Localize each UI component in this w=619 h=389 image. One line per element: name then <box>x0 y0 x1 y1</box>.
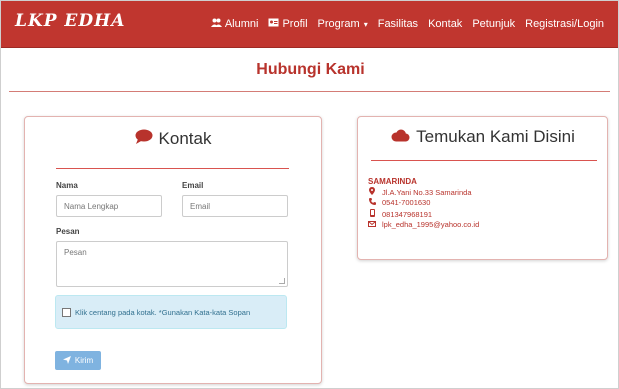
navbar: LKP EDHA Alumni Profil Program ▾ Fasilit… <box>1 1 618 48</box>
checkbox-label: Klik centang pada kotak. *Gunakan Kata-k… <box>75 307 251 317</box>
nav-label: Fasilitas <box>377 18 419 30</box>
page-frame: LKP EDHA Alumni Profil Program ▾ Fasilit… <box>0 0 619 389</box>
heading-divider <box>371 160 597 161</box>
submit-label: Kirim <box>74 356 94 365</box>
nav-item-registrasi-login[interactable]: Registrasi/Login <box>525 18 604 30</box>
nav-label: Alumni <box>224 18 259 30</box>
id-card-icon <box>268 18 279 30</box>
nav-item-profil[interactable]: Profil <box>268 18 308 30</box>
nav-item-alumni[interactable]: Alumni <box>210 18 259 30</box>
address-text: Jl.A.Yani No.33 Samarinda <box>382 187 472 197</box>
nav-label: Profil <box>282 18 308 30</box>
nav-item-fasilitas[interactable]: Fasilitas <box>378 18 418 30</box>
comment-icon <box>135 129 153 149</box>
nav-item-program[interactable]: Program ▾ <box>318 18 368 30</box>
divider <box>9 91 610 92</box>
agree-checkbox[interactable] <box>62 307 71 317</box>
heading-divider <box>56 168 289 169</box>
brand-logo[interactable]: LKP EDHA <box>15 11 125 31</box>
location-heading-text: Temukan Kami Disini <box>416 127 575 146</box>
email-row: lpk_edha_1995@yahoo.co.id <box>368 220 479 229</box>
email-text[interactable]: lpk_edha_1995@yahoo.co.id <box>382 220 479 229</box>
paper-plane-icon <box>62 355 71 366</box>
mobile-phone-icon <box>368 209 376 219</box>
name-input[interactable]: Nama Lengkap <box>56 195 162 217</box>
email-input[interactable]: Email <box>182 195 288 217</box>
map-marker-icon <box>368 187 376 197</box>
nav-item-petunjuk[interactable]: Petunjuk <box>472 18 515 30</box>
name-label: Nama <box>56 181 78 190</box>
nav-label: Kontak <box>428 18 463 30</box>
phone-icon <box>368 198 376 207</box>
email-label: Email <box>182 181 204 190</box>
users-icon <box>210 18 222 30</box>
phone-text: 0541-7001630 <box>382 198 431 207</box>
resize-handle-icon[interactable] <box>279 278 285 284</box>
cloud-icon <box>390 127 410 147</box>
phone-row: 0541-7001630 <box>368 198 430 207</box>
location-card: Temukan Kami Disini SAMARINDA Jl.A.Yani … <box>357 116 608 260</box>
chevron-down-icon: ▾ <box>363 19 368 29</box>
message-placeholder: Pesan <box>64 248 87 257</box>
message-textarea[interactable]: Pesan <box>56 241 288 287</box>
polite-notice: Klik centang pada kotak. *Gunakan Kata-k… <box>55 295 287 329</box>
contact-form-card: Kontak Nama Email Nama Lengkap Email Pes… <box>24 116 322 384</box>
contact-heading-text: Kontak <box>158 129 212 148</box>
nav-label: Petunjuk <box>472 18 516 30</box>
mobile-row: 081347968191 <box>368 209 432 219</box>
address-row: Jl.A.Yani No.33 Samarinda <box>368 187 472 197</box>
message-label: Pesan <box>56 227 80 236</box>
city-name: SAMARINDA <box>368 177 417 186</box>
contact-heading: Kontak <box>25 129 321 149</box>
location-heading: Temukan Kami Disini <box>358 127 607 147</box>
nav-label: Program <box>317 18 360 30</box>
submit-button[interactable]: Kirim <box>55 351 101 370</box>
nav-item-kontak[interactable]: Kontak <box>428 18 462 30</box>
page-title: Hubungi Kami <box>256 61 365 78</box>
nav-label: Registrasi/Login <box>525 18 604 30</box>
envelope-icon <box>368 220 376 229</box>
mobile-text: 081347968191 <box>382 209 433 219</box>
nav-menu: Alumni Profil Program ▾ Fasilitas Kontak… <box>210 18 604 30</box>
